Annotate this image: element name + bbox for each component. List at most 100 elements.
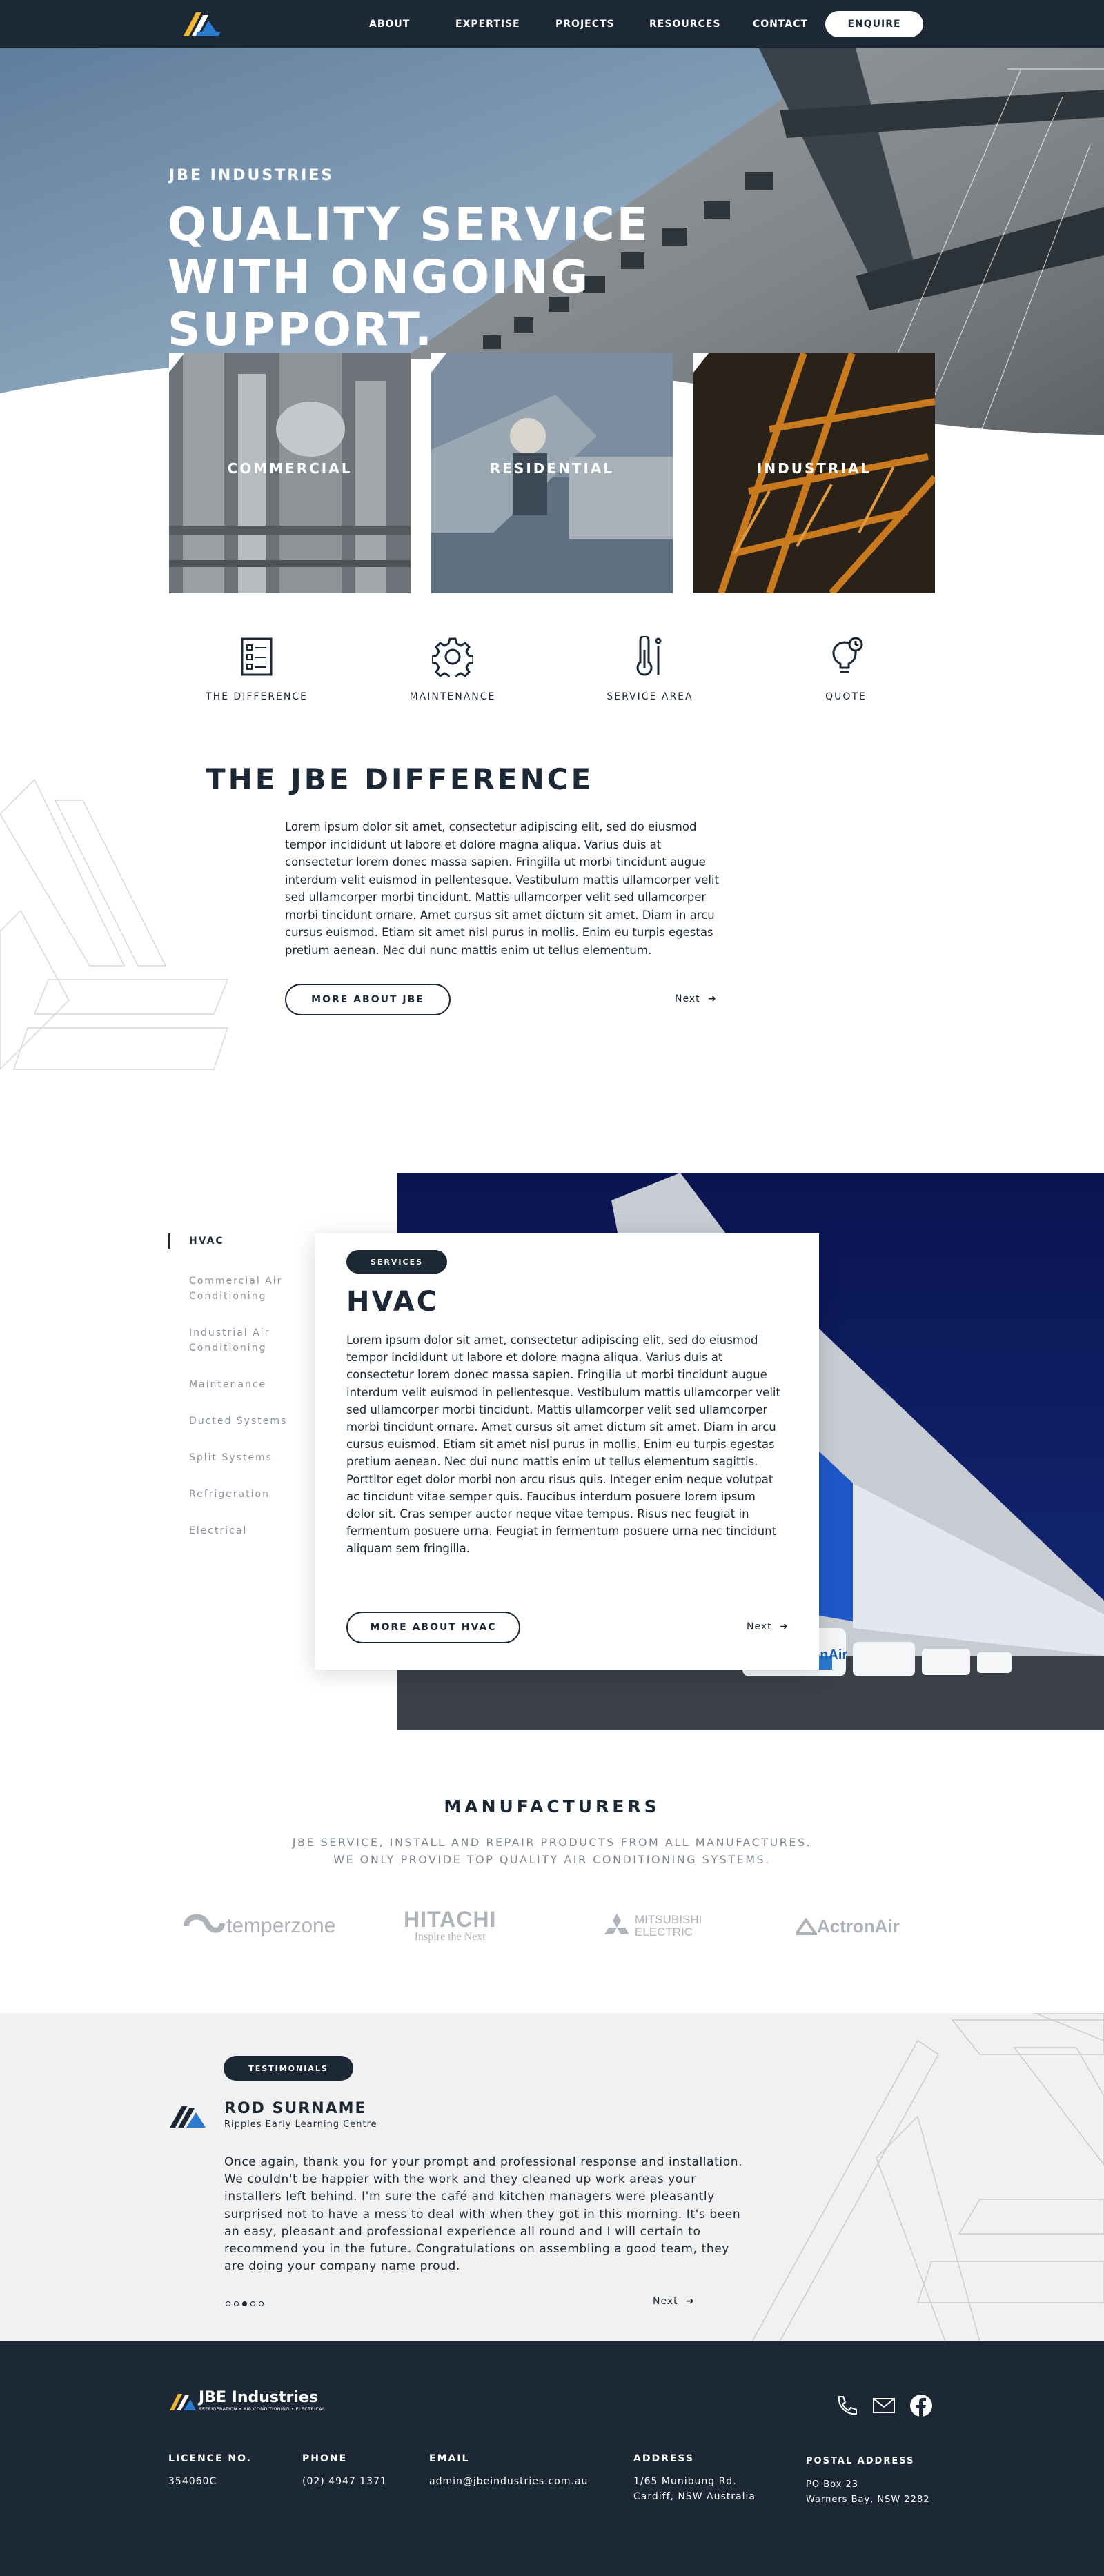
manufacturers-subtitle: JBE SERVICE, INSTALL AND REPAIR PRODUCTS… bbox=[0, 1834, 1104, 1868]
feature-maintenance[interactable]: MAINTENANCE bbox=[377, 636, 529, 702]
nav-link-about[interactable]: ABOUT bbox=[369, 19, 410, 30]
category-card-industrial[interactable]: INDUSTRIAL bbox=[693, 353, 935, 593]
services-menu-industrial-air[interactable]: Industrial Air Conditioning bbox=[168, 1325, 299, 1356]
testimonials-pill: TESTIMONIALS bbox=[224, 2056, 353, 2081]
hitachi-tagline: Inspire the Next bbox=[414, 1931, 486, 1943]
footer-phone: PHONE (02) 4947 1371 bbox=[302, 2453, 387, 2489]
decorative-line-pattern bbox=[0, 778, 229, 1071]
nav-link-contact[interactable]: CONTACT bbox=[753, 19, 808, 30]
next-label: Next bbox=[747, 1621, 772, 1632]
pager-dot[interactable] bbox=[250, 2301, 255, 2306]
manufacturers-title: MANUFACTURERS bbox=[444, 1796, 660, 1816]
category-label-residential: RESIDENTIAL bbox=[489, 460, 615, 477]
mitsubishi-diamonds-icon bbox=[604, 1914, 629, 1934]
phone-icon[interactable] bbox=[835, 2394, 858, 2417]
pager-dot[interactable] bbox=[234, 2301, 239, 2306]
email-value[interactable]: admin@jbeindustries.com.au bbox=[429, 2474, 588, 2489]
testimonial-author: ROD SURNAME bbox=[224, 2100, 367, 2117]
feature-quote[interactable]: QUOTE bbox=[770, 636, 922, 702]
checklist-icon bbox=[241, 637, 273, 676]
more-about-jbe-button[interactable]: MORE ABOUT JBE bbox=[285, 984, 451, 1015]
service-title: HVAC bbox=[346, 1286, 440, 1318]
feature-the-difference[interactable]: THE DIFFERENCE bbox=[181, 636, 333, 702]
services-pill: SERVICES bbox=[346, 1250, 447, 1274]
service-text: Lorem ipsum dolor sit amet, consectetur … bbox=[346, 1334, 780, 1556]
arrow-right-icon: ➜ bbox=[780, 1621, 789, 1632]
service-next-link[interactable]: Next ➜ bbox=[747, 1621, 789, 1632]
licence-label: LICENCE NO. bbox=[168, 2453, 253, 2464]
actronair-text: ActronAir bbox=[817, 1915, 900, 1936]
email-label: EMAIL bbox=[429, 2453, 470, 2464]
more-about-hvac-button[interactable]: MORE ABOUT HVAC bbox=[346, 1612, 520, 1643]
feature-label: THE DIFFERENCE bbox=[206, 691, 308, 702]
difference-next-link[interactable]: Next ➜ bbox=[675, 993, 717, 1004]
top-navigation: ABOUT EXPERTISE PROJECTS RESOURCES CONTA… bbox=[0, 0, 1104, 48]
hero-title: QUALITY SERVICE WITH ONGOING SUPPORT. bbox=[168, 198, 650, 356]
gear-icon bbox=[432, 637, 473, 677]
mail-icon[interactable] bbox=[872, 2394, 896, 2417]
actronair-logo[interactable]: ActronAir bbox=[796, 1905, 900, 1947]
address-label: ADDRESS bbox=[633, 2453, 694, 2464]
footer-brand-name: JBE Industries bbox=[199, 2389, 318, 2406]
nav-link-expertise[interactable]: EXPERTISE bbox=[455, 19, 520, 30]
pager-dot-active[interactable] bbox=[242, 2301, 247, 2306]
nav-link-resources[interactable]: RESOURCES bbox=[649, 19, 720, 30]
footer-address: ADDRESS 1/65 Munibung Rd. Cardiff, NSW A… bbox=[633, 2453, 756, 2504]
electric-text: ELECTRIC bbox=[635, 1925, 693, 1939]
mitsubishi-electric-logo[interactable]: MITSUBISHI ELECTRIC bbox=[602, 1905, 702, 1947]
footer: JBE Industries REFRIGERATION • AIR CONDI… bbox=[0, 2341, 1104, 2576]
service-detail-card: SERVICES HVAC Lorem ipsum dolor sit amet… bbox=[315, 1233, 819, 1670]
footer-postal-address: POSTAL ADDRESS PO Box 23 Warners Bay, NS… bbox=[806, 2456, 929, 2508]
category-card-commercial[interactable]: COMMERCIAL bbox=[169, 353, 411, 593]
testimonial-next-link[interactable]: Next ➜ bbox=[653, 2296, 695, 2307]
phone-value[interactable]: (02) 4947 1371 bbox=[302, 2474, 387, 2489]
enquire-button[interactable]: ENQUIRE bbox=[825, 11, 923, 37]
pager-dot[interactable] bbox=[259, 2301, 264, 2306]
services-menu-commercial-air[interactable]: Commercial Air Conditioning bbox=[168, 1274, 299, 1304]
services-menu-split[interactable]: Split Systems bbox=[168, 1450, 299, 1465]
temperzone-logo[interactable]: temperzone bbox=[184, 1905, 335, 1947]
arrow-right-icon: ➜ bbox=[708, 993, 717, 1004]
hero-eyebrow: JBE INDUSTRIES bbox=[169, 167, 335, 184]
category-card-residential[interactable]: RESIDENTIAL bbox=[431, 353, 673, 593]
difference-title: THE JBE DIFFERENCE bbox=[206, 762, 594, 796]
testimonial-organisation: Ripples Early Learning Centre bbox=[224, 2119, 377, 2130]
category-cards: COMMERCIAL RESIDENTIAL INDUSTRIAL bbox=[169, 353, 935, 593]
next-label: Next bbox=[675, 993, 700, 1004]
feature-service-area[interactable]: SERVICE AREA bbox=[574, 636, 726, 702]
category-label-industrial: INDUSTRIAL bbox=[756, 460, 872, 477]
feature-label: SERVICE AREA bbox=[607, 691, 693, 702]
footer-email: EMAIL admin@jbeindustries.com.au bbox=[429, 2453, 588, 2489]
jbe-logo-icon bbox=[170, 2394, 196, 2410]
testimonials-section: TESTIMONIALS ROD SURNAME Ripples Early L… bbox=[0, 2013, 1104, 2341]
services-menu-maintenance[interactable]: Maintenance bbox=[168, 1377, 299, 1392]
actronair-wave-icon bbox=[796, 1917, 817, 1935]
footer-brand-tag: REFRIGERATION • AIR CONDITIONING • ELECT… bbox=[199, 2406, 325, 2412]
hitachi-logo[interactable]: HITACHI Inspire the Next bbox=[404, 1905, 496, 1947]
nav-link-projects[interactable]: PROJECTS bbox=[555, 19, 615, 30]
decorative-line-pattern-right bbox=[751, 2013, 1104, 2341]
hitachi-text: HITACHI bbox=[404, 1907, 497, 1932]
footer-brand[interactable]: JBE Industries REFRIGERATION • AIR CONDI… bbox=[168, 2390, 325, 2412]
postal-label: POSTAL ADDRESS bbox=[806, 2456, 915, 2466]
services-menu: HVAC Commercial Air Conditioning Industr… bbox=[168, 1233, 299, 1560]
testimonial-pager-dots bbox=[226, 2301, 267, 2306]
testimonial-quote: Once again, thank you for your prompt an… bbox=[224, 2155, 743, 2274]
feature-label: QUOTE bbox=[825, 691, 867, 702]
footer-brand-text: JBE Industries REFRIGERATION • AIR CONDI… bbox=[199, 2390, 325, 2412]
services-menu-electrical[interactable]: Electrical bbox=[168, 1523, 299, 1538]
jbe-logo-icon[interactable] bbox=[181, 8, 222, 39]
facebook-icon[interactable] bbox=[909, 2394, 933, 2417]
footer-social-icons bbox=[835, 2394, 933, 2417]
postal-line1: PO Box 23 bbox=[806, 2479, 859, 2490]
mitsubishi-text-block: MITSUBISHI ELECTRIC bbox=[635, 1914, 702, 1939]
services-menu-refrigeration[interactable]: Refrigeration bbox=[168, 1487, 299, 1502]
lightbulb-clock-icon bbox=[832, 637, 863, 673]
temperzone-text: temperzone bbox=[226, 1914, 336, 1937]
postal-line2: Warners Bay, NSW 2282 bbox=[806, 2495, 930, 2505]
services-menu-hvac[interactable]: HVAC bbox=[168, 1233, 299, 1249]
next-label: Next bbox=[653, 2296, 678, 2307]
phone-label: PHONE bbox=[302, 2453, 348, 2464]
services-menu-ducted[interactable]: Ducted Systems bbox=[168, 1414, 299, 1429]
pager-dot[interactable] bbox=[226, 2301, 230, 2306]
